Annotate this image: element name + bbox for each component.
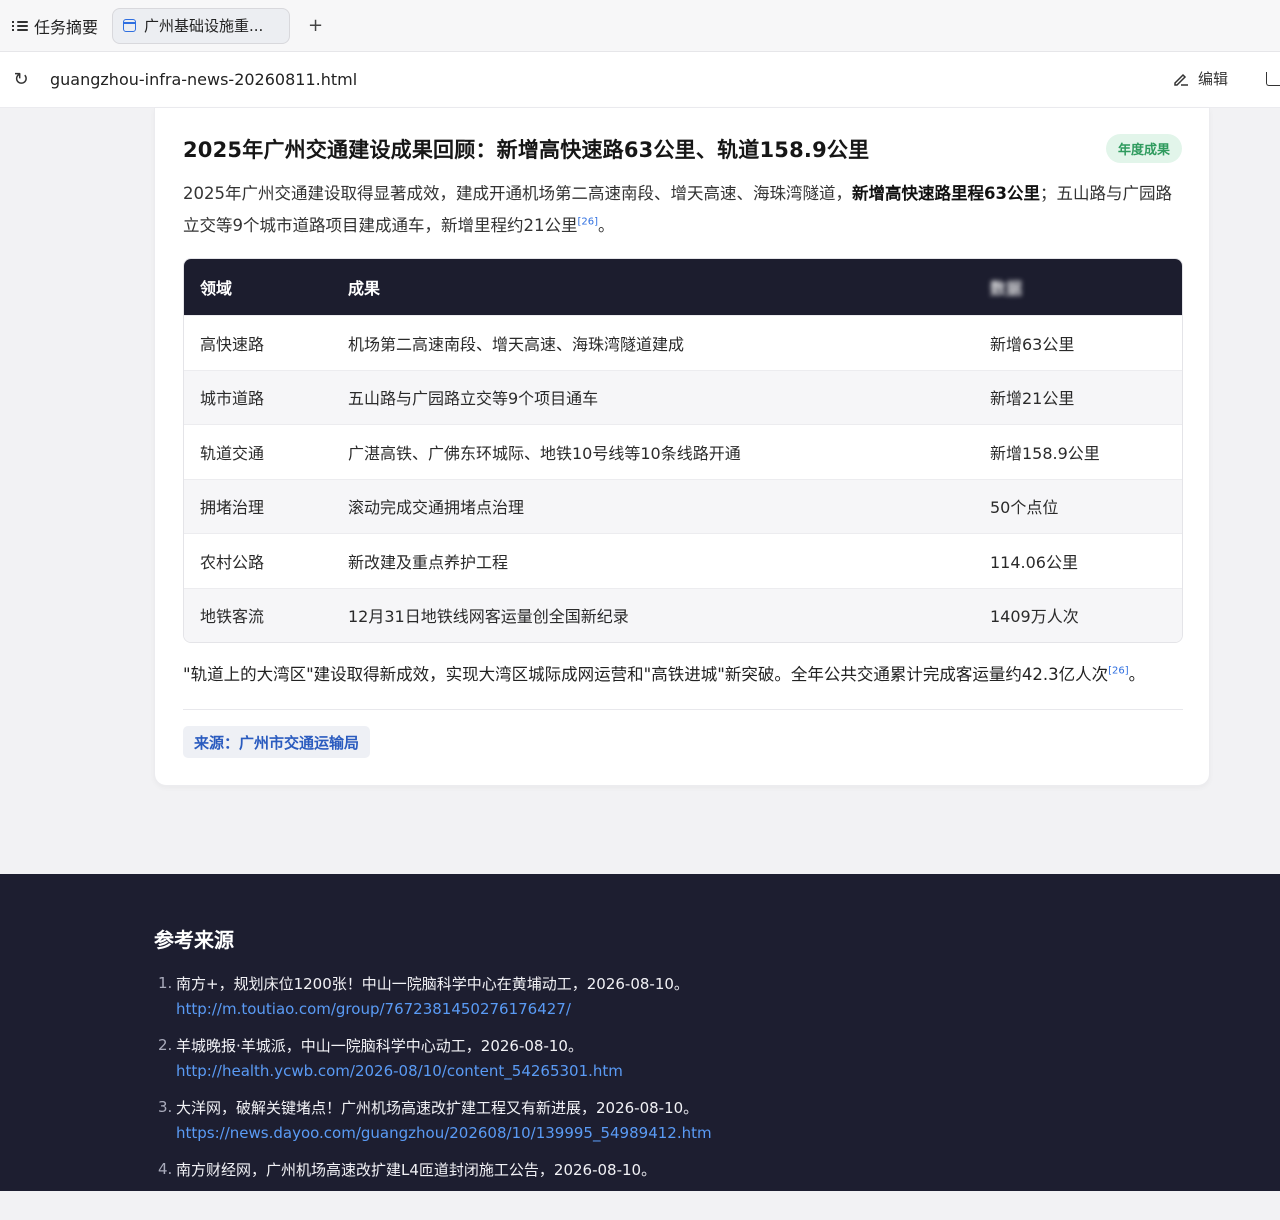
lead-paragraph: 2025年广州交通建设取得显著成效，建成开通机场第二高速南段、增天高速、海珠湾隧… [183,178,1183,242]
summary-text: "轨道上的大湾区"建设取得新成效，实现大湾区城际成网运营和"高铁进城"新突破。全… [183,665,1109,684]
reference-link[interactable]: http://health.ycwb.com/2026-08/10/conten… [176,1058,1054,1084]
main-content: 2025年广州交通建设成果回顾：新增高快速路63公里、轨道158.9公里 年度成… [0,108,1280,874]
column-header-result: 成果 [348,279,381,298]
table-cell: 滚动完成交通拥堵点治理 [348,498,525,518]
table-row: 地铁客流 12月31日地铁线网客运量创全国新纪录 1409万人次 [184,587,1182,642]
list-item: 1. 南方+，规划床位1200张！中山一院脑科学中心在黄埔动工，2026-08-… [154,972,1054,1034]
list-item: 4. 南方财经网，广州机场高速改扩建L4匝道封闭施工公告，2026-08-10。 [154,1158,1054,1220]
reference-text: 羊城晚报·羊城派，中山一院脑科学中心动工，2026-08-10。 [176,1037,583,1055]
table-row: 轨道交通 广湛高铁、广佛东环城际、地铁10号线等10条线路开通 新增158.9公… [184,424,1182,479]
table-cell: 高快速路 [200,334,265,354]
reference-number: 1. [158,974,173,992]
table-cell: 广湛高铁、广佛东环城际、地铁10号线等10条线路开通 [348,443,741,463]
task-summary-label: 任务摘要 [34,17,99,37]
table-row: 农村公路 新改建及重点养护工程 114.06公里 [184,533,1182,588]
table-row: 城市道路 五山路与广园路立交等9个项目通车 新增21公里 [184,369,1182,424]
column-header-field: 领域 [200,279,233,298]
address-bar: ↻ guangzhou-infra-news-20260811.html 编辑 [0,52,1280,108]
divider [183,709,1183,710]
edit-label: 编辑 [1198,70,1229,88]
lead-end: 。 [598,216,615,235]
reference-number: 2. [158,1036,173,1054]
table-cell: 新改建及重点养护工程 [348,552,509,572]
source-tag[interactable]: 来源：广州市交通运输局 [183,726,371,758]
reference-text: 大洋网，破解关键堵点！广州机场高速改扩建工程又有新进展，2026-08-10。 [176,1099,699,1117]
table-cell: 五山路与广园路立交等9个项目通车 [348,389,599,409]
table-cell: 轨道交通 [200,443,265,463]
table-row: 拥堵治理 滚动完成交通拥堵点治理 50个点位 [184,478,1182,533]
card-title: 2025年广州交通建设成果回顾：新增高快速路63公里、轨道158.9公里 [183,138,870,162]
task-summary-button[interactable]: 任务摘要 [12,14,98,38]
table-cell: 50个点位 [990,498,1059,518]
table-cell: 农村公路 [200,552,265,572]
share-icon[interactable] [1266,72,1280,86]
table-cell: 1409万人次 [990,607,1079,627]
pencil-icon [1174,73,1188,86]
list-item: 3. 大洋网，破解关键堵点！广州机场高速改扩建工程又有新进展，2026-08-1… [154,1096,1054,1158]
reference-text: 南方财经网，广州机场高速改扩建L4匝道封闭施工公告，2026-08-10。 [176,1161,657,1179]
edit-button[interactable]: 编辑 [1172,68,1228,89]
summary-paragraph: "轨道上的大湾区"建设取得新成效，实现大湾区城际成网运营和"高铁进城"新突破。全… [183,661,1193,685]
citation-link[interactable]: [26] [1108,666,1129,677]
lead-text-1: 2025年广州交通建设取得显著成效，建成开通机场第二高速南段、增天高速、海珠湾隧… [183,184,852,203]
table-cell: 新增21公里 [990,389,1075,409]
new-tab-button[interactable]: + [308,15,323,36]
table-cell: 114.06公里 [990,552,1078,572]
tab-bar: 任务摘要 广州基础设施重... + [0,0,1280,52]
references-title: 参考来源 [154,928,234,952]
table-cell: 机场第二高速南段、增天高速、海珠湾隧道建成 [348,334,685,354]
table-cell: 拥堵治理 [200,498,265,518]
reload-icon[interactable]: ↻ [12,69,30,90]
reference-text: 南方+，规划床位1200张！中山一院脑科学中心在黄埔动工，2026-08-10。 [176,975,689,993]
list-item: 2. 羊城晚报·羊城派，中山一院脑科学中心动工，2026-08-10。 http… [154,1034,1054,1096]
url-field[interactable]: guangzhou-infra-news-20260811.html [50,70,357,89]
table-cell: 地铁客流 [200,607,265,627]
tab-title: 广州基础设施重... [144,17,264,35]
references-list: 1. 南方+，规划床位1200张！中山一院脑科学中心在黄埔动工，2026-08-… [154,972,1054,1220]
list-icon [12,18,28,34]
reference-number: 4. [158,1160,173,1178]
lead-bold-text: 新增高快速路里程63公里 [852,184,1040,203]
results-table: 领域 成果 数据 高快速路 机场第二高速南段、增天高速、海珠湾隧道建成 新增63… [183,258,1183,643]
table-header: 领域 成果 数据 [184,259,1182,315]
table-row: 高快速路 机场第二高速南段、增天高速、海珠湾隧道建成 新增63公里 [184,315,1182,370]
table-cell: 新增158.9公里 [990,443,1100,463]
table-cell: 12月31日地铁线网客运量创全国新纪录 [348,607,629,627]
reference-number: 3. [158,1098,173,1116]
summary-end: 。 [1128,665,1146,684]
browser-window-icon [123,19,137,32]
status-badge: 年度成果 [1106,134,1183,163]
references-section: 参考来源 1. 南方+，规划床位1200张！中山一院脑科学中心在黄埔动工，202… [0,874,1280,1191]
reference-link[interactable]: http://m.toutiao.com/group/7672381450276… [176,996,1054,1022]
table-cell: 新增63公里 [990,334,1075,354]
citation-link[interactable]: [26] [578,217,599,228]
reference-link[interactable]: https://news.dayoo.com/guangzhou/202608/… [176,1120,1054,1146]
article-card: 2025年广州交通建设成果回顾：新增高快速路63公里、轨道158.9公里 年度成… [154,108,1210,786]
column-header-data: 数据 [990,279,1023,298]
tab-active[interactable]: 广州基础设施重... [112,7,291,44]
table-cell: 城市道路 [200,389,265,409]
